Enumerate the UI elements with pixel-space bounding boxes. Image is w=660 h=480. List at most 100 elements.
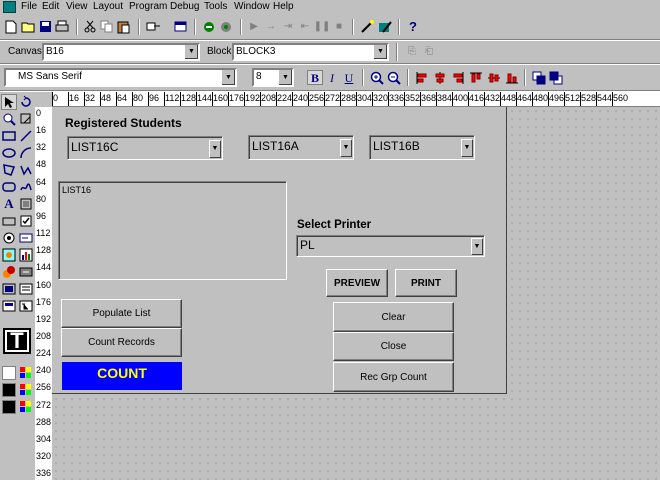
align-center-icon[interactable] [432,70,448,85]
list16a-dropdown[interactable]: LIST16A ▼ [248,135,354,160]
bold-button[interactable]: B [307,70,323,85]
canvas-combo[interactable]: B16 ▼ [42,43,200,61]
italic-button[interactable]: I [324,70,340,85]
stop-icon[interactable]: ■ [331,19,347,34]
align-top-icon[interactable] [468,70,484,85]
chart-item-tool-icon[interactable] [18,247,34,263]
list16c-dropdown[interactable]: LIST16C ▼ [67,136,223,160]
bring-to-front-icon[interactable] [531,70,547,85]
count-records-button[interactable]: Count Records [61,328,182,357]
menu-edit[interactable]: Edit [42,1,59,13]
line-color-icon[interactable] [18,382,34,398]
pause-icon[interactable]: ❚❚ [314,19,331,34]
freehand-icon[interactable] [18,179,34,195]
text-tool-icon[interactable]: A [1,196,17,212]
fill-color-swatch[interactable] [2,366,16,380]
chevron-down-icon[interactable]: ▼ [209,140,220,157]
list16-listbox[interactable]: LIST16 [58,181,287,280]
cut-icon[interactable] [82,19,98,34]
ellipse-icon[interactable] [1,145,17,161]
chevron-down-icon[interactable]: ▼ [184,45,198,59]
image-item-tool-icon[interactable] [1,247,17,263]
font-size-combo[interactable]: 8 ▼ [252,68,294,87]
reshape-icon[interactable] [18,111,34,127]
preview-button[interactable]: PREVIEW [326,269,388,297]
debug-form-icon[interactable] [218,19,234,34]
printer-dropdown[interactable]: PL ▼ [296,235,485,257]
chevron-down-icon[interactable]: ▼ [221,70,235,85]
clear-button[interactable]: Clear [333,302,454,332]
polygon-icon[interactable] [1,162,17,178]
zoom-out-icon[interactable] [386,70,402,85]
copy-icon[interactable] [99,19,115,34]
paste-icon[interactable] [116,19,132,34]
open-icon[interactable] [20,19,36,34]
list16b-dropdown[interactable]: LIST16B ▼ [369,135,475,160]
button-tool-icon[interactable] [1,213,17,229]
object-link-icon[interactable]: ⎘ [404,44,420,59]
print-button[interactable]: PRINT [395,269,457,297]
menu-program[interactable]: Program [129,1,167,13]
ole-container-icon[interactable] [1,264,17,280]
help-icon[interactable]: ? [405,19,421,34]
close-button[interactable]: Close [333,332,454,361]
menu-view[interactable]: View [66,1,88,13]
underline-button[interactable]: U [341,70,357,85]
align-right-icon[interactable] [450,70,466,85]
menu-layout[interactable]: Layout [93,1,123,13]
save-icon[interactable] [37,19,53,34]
font-name-combo[interactable]: MS Sans Serif ▼ [4,68,237,87]
line-icon[interactable] [18,128,34,144]
send-to-back-icon[interactable] [548,70,564,85]
chevron-down-icon[interactable]: ▼ [461,139,472,156]
list-item-tool-icon[interactable] [18,281,34,297]
chevron-down-icon[interactable]: ▼ [471,238,482,254]
activex-control-icon[interactable] [18,264,34,280]
display-item-tool-icon[interactable] [1,281,17,297]
arc-icon[interactable] [18,145,34,161]
run-form-icon[interactable] [173,19,189,34]
menu-window[interactable]: Window [234,1,270,13]
menu-help[interactable]: Help [273,1,294,13]
step-over-icon[interactable]: ⇥ [280,19,296,34]
sound-item-tool-icon[interactable] [1,298,17,314]
zoom-in-icon[interactable] [369,70,385,85]
go-icon[interactable]: ▶ [246,19,262,34]
hierarchical-tree-icon[interactable] [18,298,34,314]
fill-color-icon[interactable] [18,365,34,381]
chevron-down-icon[interactable]: ▼ [340,139,351,156]
text-color-palette-icon[interactable] [18,399,34,415]
text-item-tool-icon[interactable] [18,230,34,246]
line-color-swatch[interactable] [2,383,16,397]
align-left-icon[interactable] [414,70,430,85]
align-middle-icon[interactable] [486,70,502,85]
chevron-down-icon[interactable]: ▼ [373,45,387,59]
run-debug-icon[interactable] [201,19,217,34]
reentrant-wizard-icon[interactable] [377,19,393,34]
select-pointer-icon[interactable] [1,94,17,110]
menu-tools[interactable]: Tools [204,1,227,13]
wizard-icon[interactable] [359,19,375,34]
text-color-swatch[interactable] [2,400,16,414]
chevron-down-icon[interactable]: ▼ [278,70,292,85]
compile-icon[interactable] [145,19,161,34]
populate-list-button[interactable]: Populate List [61,299,182,328]
block-combo[interactable]: BLOCK3 ▼ [232,43,389,61]
print-icon[interactable] [54,19,70,34]
checkbox-tool-icon[interactable] [18,213,34,229]
object-edit-icon[interactable]: ⎗ [421,44,437,59]
magnify-icon[interactable] [1,111,17,127]
rectangle-icon[interactable] [1,128,17,144]
polyline-icon[interactable] [18,162,34,178]
rounded-rectangle-icon[interactable] [1,179,17,195]
step-out-icon[interactable]: ⇤ [297,19,313,34]
menu-debug[interactable]: Debug [170,1,199,13]
step-into-icon[interactable]: → [263,19,279,34]
rotate-icon[interactable] [18,94,34,110]
frame-icon[interactable] [18,196,34,212]
text-color-icon[interactable]: T [3,328,31,354]
menu-file[interactable]: File [21,1,37,13]
align-bottom-icon[interactable] [504,70,520,85]
app-icon[interactable] [3,1,16,13]
rec-grp-count-button[interactable]: Rec Grp Count [333,362,454,392]
